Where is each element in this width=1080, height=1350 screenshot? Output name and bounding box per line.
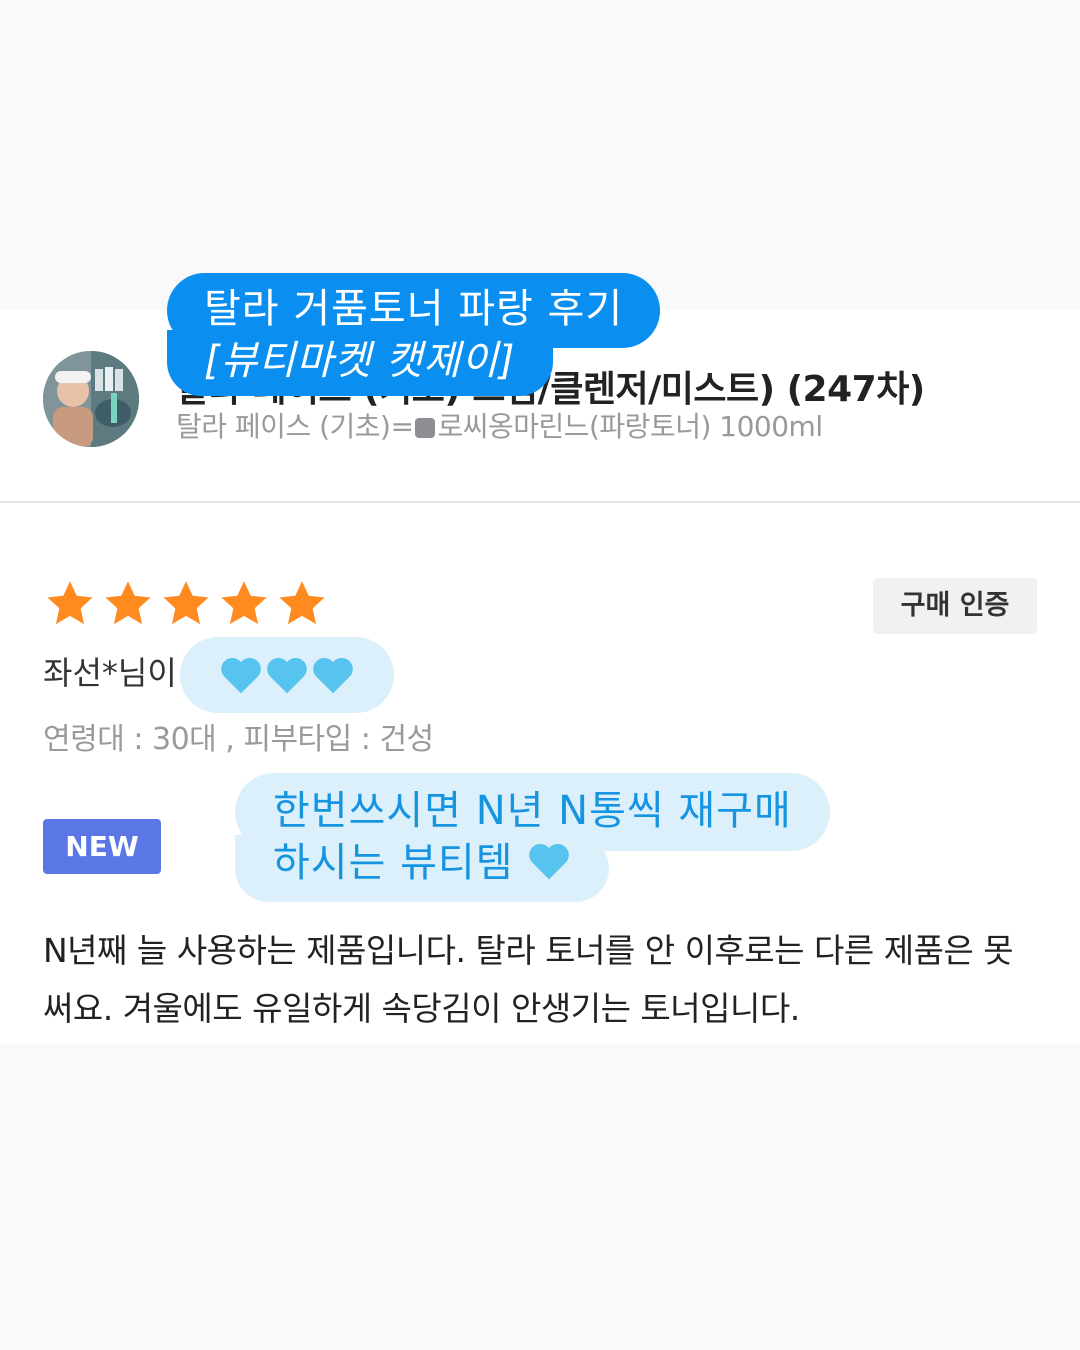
star-rating bbox=[43, 578, 329, 630]
option-prefix: 탈라 페이스 (기초)= bbox=[176, 410, 414, 443]
section-divider bbox=[0, 501, 1080, 503]
review-body: N년째 늘 사용하는 제품입니다. 탈라 토너를 안 이후로는 다른 제품은 못… bbox=[43, 931, 1014, 1028]
overlay-title-line2: [뷰티마켓 캣제이] bbox=[167, 330, 553, 396]
overlay-title-text-1: 탈라 거품토너 파랑 후기 bbox=[204, 286, 624, 332]
star-icon bbox=[105, 581, 151, 625]
option-square-icon bbox=[415, 418, 436, 438]
light-blue-heart-icon bbox=[313, 657, 353, 694]
star-icon bbox=[221, 581, 267, 625]
overlay-title-text-2: [뷰티마켓 캣제이] bbox=[204, 338, 516, 384]
reviewer-meta: 연령대 : 30대 , 피부타입 : 건성 bbox=[43, 722, 434, 757]
light-blue-heart-icon bbox=[529, 843, 570, 880]
overlay-note-text-2: 하시는 뷰티템 bbox=[273, 840, 514, 886]
overlay-hearts-bubble bbox=[180, 637, 394, 713]
product-avatar[interactable] bbox=[43, 351, 139, 447]
product-option: 탈라 페이스 (기초)= 로씨옹마린느(파랑토너) 1000ml bbox=[176, 405, 823, 445]
light-blue-heart-icon bbox=[267, 657, 307, 694]
overlay-note-text-1: 한번쓰시면 N년 N통씩 재구매 bbox=[273, 788, 792, 834]
light-blue-heart-icon bbox=[221, 657, 261, 694]
star-icon bbox=[163, 581, 209, 625]
star-icon bbox=[47, 581, 93, 625]
star-icon bbox=[279, 581, 325, 625]
verified-purchase-badge: 구매 인증 bbox=[873, 578, 1037, 634]
overlay-note-line2: 하시는 뷰티템 bbox=[235, 835, 610, 902]
reviewer-name: 좌선*님이 bbox=[43, 654, 177, 692]
option-suffix: 로씨옹마린느(파랑토너) 1000ml bbox=[437, 410, 823, 443]
new-badge: NEW bbox=[43, 819, 161, 874]
product-thumbnail-image bbox=[43, 351, 139, 447]
